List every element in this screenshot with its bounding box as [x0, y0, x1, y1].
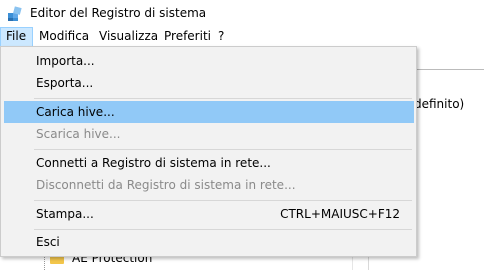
menu-modifica[interactable]: Modifica: [33, 27, 95, 47]
registry-editor-icon: [8, 6, 22, 21]
file-menu-dropdown: Importa... Esporta... Carica hive... Sca…: [0, 46, 417, 257]
menu-separator: [34, 98, 412, 99]
title-bar: Editor del Registro di sistema: [0, 0, 484, 27]
menu-separator: [34, 200, 412, 201]
menu-separator: [34, 229, 412, 230]
menu-item-scarica-hive: Scarica hive...: [4, 123, 414, 145]
window-title: Editor del Registro di sistema: [30, 6, 207, 20]
menu-visualizza[interactable]: Visualizza: [93, 27, 164, 47]
menu-item-label: Esci: [36, 235, 60, 249]
value-data-fragment: definito): [414, 97, 465, 111]
menu-item-label: Stampa...: [36, 207, 94, 221]
menu-item-carica-hive[interactable]: Carica hive...: [4, 101, 414, 123]
menu-item-shortcut: CTRL+MAIUSC+F12: [280, 207, 400, 221]
menu-bar: File Modifica Visualizza Preferiti ?: [0, 27, 484, 47]
menu-item-label: Importa...: [36, 54, 95, 68]
menu-item-label: Scarica hive...: [36, 127, 121, 141]
menu-item-label: Connetti a Registro di sistema in rete..…: [36, 156, 271, 170]
menu-item-label: Disconnetti da Registro di sistema in re…: [36, 178, 296, 192]
menu-separator: [34, 149, 412, 150]
menu-item-label: Esporta...: [36, 76, 94, 90]
menu-item-disconnetti-rete: Disconnetti da Registro di sistema in re…: [4, 174, 414, 196]
menu-item-importa[interactable]: Importa...: [4, 50, 414, 72]
menu-preferiti[interactable]: Preferiti: [158, 27, 217, 47]
menu-item-esci[interactable]: Esci: [4, 231, 414, 253]
values-pane-header: [416, 47, 484, 70]
menu-file[interactable]: File: [0, 27, 33, 47]
menu-item-label: Carica hive...: [36, 105, 115, 119]
menu-item-stampa[interactable]: Stampa... CTRL+MAIUSC+F12: [4, 203, 414, 225]
menu-item-esporta[interactable]: Esporta...: [4, 72, 414, 94]
menu-item-connetti-rete[interactable]: Connetti a Registro di sistema in rete..…: [4, 152, 414, 174]
menu-help[interactable]: ?: [212, 27, 230, 47]
